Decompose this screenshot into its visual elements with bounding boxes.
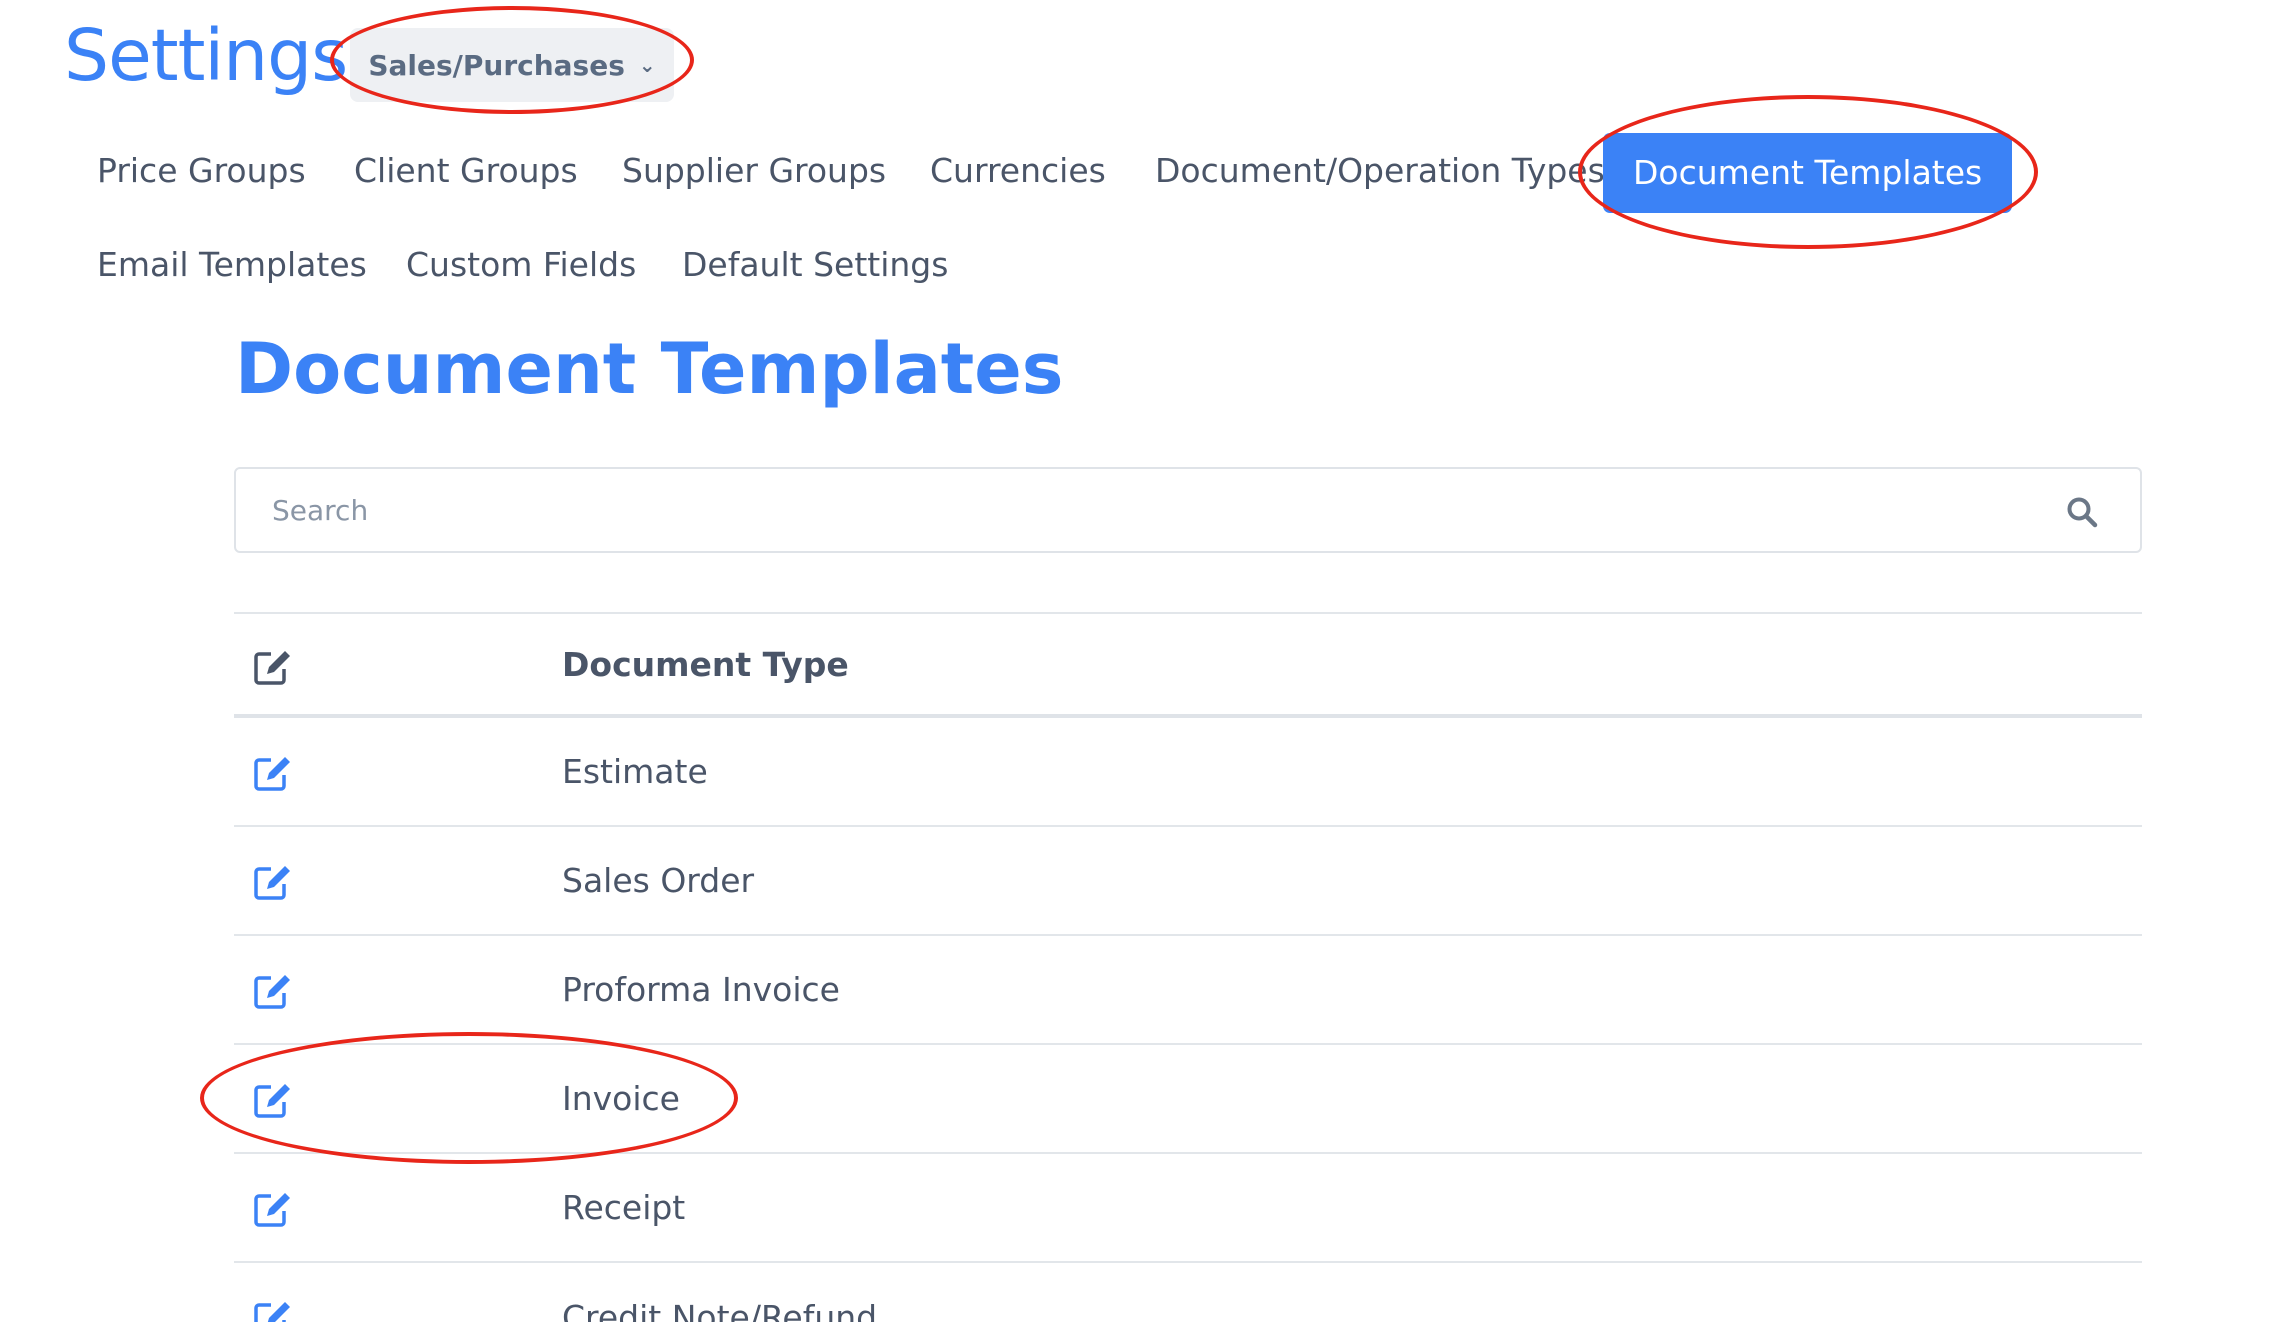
document-type-label: Receipt [562,1188,686,1227]
edit-icon [254,651,290,685]
tab-default-settings[interactable]: Default Settings [682,245,948,284]
search-input[interactable] [236,469,2140,551]
tab-document-templates[interactable]: Document Templates [1603,133,2013,213]
edit-icon[interactable] [254,864,292,900]
edit-icon[interactable] [254,1300,292,1322]
search-box [234,467,2142,553]
document-type-label: Proforma Invoice [562,970,840,1009]
edit-icon[interactable] [254,973,292,1009]
page-title: Settings [64,14,348,97]
document-type-label: Invoice [562,1079,680,1118]
table-header-row: Document Type [234,614,2142,718]
tab-currencies[interactable]: Currencies [930,151,1106,190]
document-templates-table: Document Type Estimate Sales Order Profo… [234,612,2142,1322]
chevron-down-icon: ⌄ [638,53,656,77]
table-row: Invoice [234,1045,2142,1154]
edit-icon[interactable] [254,755,292,791]
document-type-label: Sales Order [562,861,755,900]
table-row: Proforma Invoice [234,936,2142,1045]
tab-email-templates[interactable]: Email Templates [97,245,367,284]
table-row: Receipt [234,1154,2142,1263]
settings-page: Settings Sales/Purchases ⌄ Price Groups … [0,0,2282,1322]
table-row: Credit Note/Refund [234,1263,2142,1322]
tab-price-groups[interactable]: Price Groups [97,151,306,190]
context-dropdown-label: Sales/Purchases [368,48,625,82]
document-type-label: Credit Note/Refund [562,1298,878,1322]
tab-document-operation-types[interactable]: Document/Operation Types [1155,151,1605,190]
tab-supplier-groups[interactable]: Supplier Groups [622,151,886,190]
tab-client-groups[interactable]: Client Groups [354,151,578,190]
table-row: Sales Order [234,827,2142,936]
search-icon[interactable] [2066,496,2098,528]
edit-icon[interactable] [254,1082,292,1118]
context-dropdown[interactable]: Sales/Purchases ⌄ [350,28,674,102]
section-title: Document Templates [235,328,1064,410]
edit-icon[interactable] [254,1191,292,1227]
table-row: Estimate [234,718,2142,827]
document-type-label: Estimate [562,752,708,791]
column-header-document-type: Document Type [562,644,849,684]
tab-custom-fields[interactable]: Custom Fields [406,245,636,284]
